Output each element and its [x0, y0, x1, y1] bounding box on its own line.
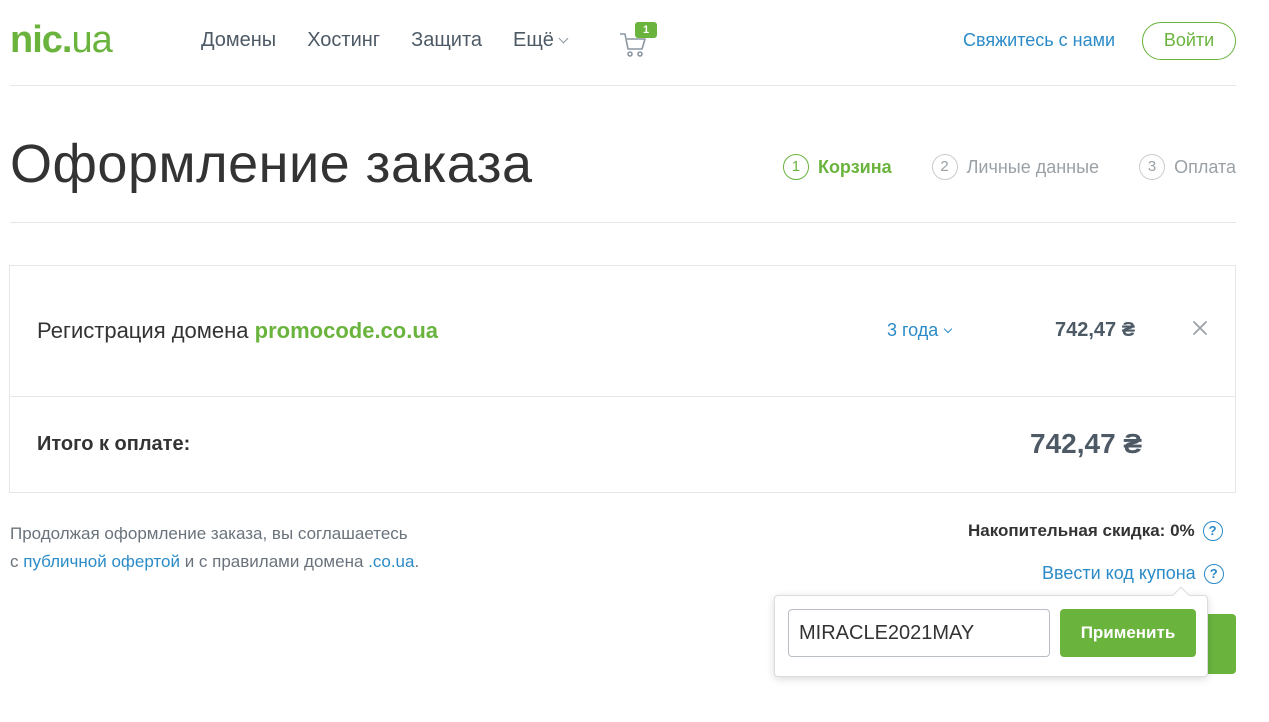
site-logo[interactable]: nic.ua	[10, 19, 113, 61]
coupon-link-label: Ввести код купона	[1042, 563, 1196, 583]
order-item-row: Регистрация домена promocode.co.ua 3 год…	[10, 266, 1235, 397]
page-title: Оформление заказа	[10, 134, 533, 194]
agreement-text: Продолжая оформление заказа, вы соглашае…	[10, 520, 419, 576]
order-summary: Регистрация домена promocode.co.ua 3 год…	[9, 265, 1236, 493]
cart-count-badge: 1	[635, 22, 657, 38]
popup-arrow	[1172, 586, 1190, 604]
help-icon[interactable]: ?	[1202, 521, 1223, 541]
agreement-suffix: .	[414, 552, 420, 571]
period-select[interactable]: 3 года	[887, 320, 953, 341]
cumulative-discount: Накопительная скидка: 0% ?	[968, 521, 1223, 541]
chevron-down-icon	[944, 324, 953, 333]
period-value: 3 года	[887, 320, 939, 340]
login-button[interactable]: Войти	[1142, 22, 1236, 60]
chevron-down-icon	[558, 33, 569, 43]
nav-item-hosting[interactable]: Хостинг	[307, 28, 380, 52]
site-header: nic.ua Домены Хостинг Защита Ещё 1 Свяжи…	[10, 0, 1236, 86]
nav-more-label: Ещё	[513, 29, 554, 51]
step-label: Личные данные	[966, 156, 1100, 177]
apply-coupon-button[interactable]: Применить	[1060, 609, 1196, 657]
enter-coupon-link[interactable]: Ввести код купона ?	[1042, 563, 1224, 584]
title-row: Оформление заказа 1 Корзина 2 Личные дан…	[10, 86, 1236, 223]
help-icon[interactable]: ?	[1203, 563, 1224, 584]
step-number: 1	[782, 154, 809, 180]
close-icon[interactable]	[1190, 318, 1210, 338]
agreement-middle: и с правилами домена	[179, 552, 369, 571]
nav-item-more[interactable]: Ещё	[513, 28, 569, 52]
main-nav: Домены Хостинг Защита Ещё	[201, 28, 598, 52]
agreement-line-1: Продолжая оформление заказа, вы соглашае…	[10, 524, 408, 543]
public-offer-link[interactable]: публичной офертой	[23, 552, 180, 571]
logo-part-2: ua	[71, 19, 112, 61]
step-number: 2	[931, 154, 958, 180]
step-label: Оплата	[1174, 156, 1236, 177]
step-number: 3	[1139, 154, 1166, 180]
step-cart: 1 Корзина	[782, 154, 892, 180]
order-domain: promocode.co.ua	[254, 318, 439, 343]
step-label: Корзина	[817, 156, 892, 177]
order-item-name: Регистрация домена promocode.co.ua	[37, 318, 438, 344]
discount-label: Накопительная скидка: 0%	[968, 521, 1195, 540]
step-payment: 3 Оплата	[1139, 154, 1236, 180]
cart-button[interactable]: 1	[618, 22, 658, 57]
agreement-line-2: с публичной офертой и с правилами домена…	[10, 548, 419, 576]
item-price: 742,47 ₴	[1055, 319, 1136, 341]
nav-item-security[interactable]: Защита	[411, 28, 482, 52]
agreement-prefix: с	[10, 552, 24, 571]
step-personal-data: 2 Личные данные	[931, 154, 1100, 180]
total-price: 742,47 ₴	[1030, 428, 1143, 459]
logo-part-1: nic	[10, 19, 63, 61]
domain-rules-link[interactable]: .co.ua	[368, 552, 414, 571]
coupon-code-input[interactable]	[788, 609, 1050, 657]
nav-item-domains[interactable]: Домены	[201, 28, 276, 52]
order-item-prefix: Регистрация домена	[37, 318, 255, 343]
coupon-popup: Применить	[774, 586, 1208, 677]
total-label: Итого к оплате:	[37, 433, 191, 455]
contact-us-link[interactable]: Свяжитесь с нами	[963, 30, 1115, 51]
checkout-steps: 1 Корзина 2 Личные данные 3 Оплата	[743, 154, 1236, 180]
